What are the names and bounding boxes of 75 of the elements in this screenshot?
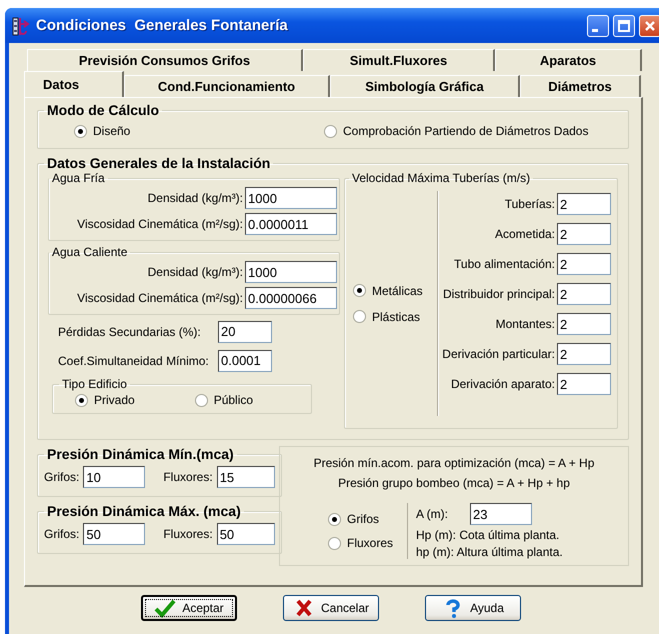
field-label: Fluxores: xyxy=(163,527,213,541)
tab[interactable]: Datos xyxy=(24,71,124,97)
maximize-button[interactable] xyxy=(613,14,635,36)
tab[interactable]: Simult.Fluxores xyxy=(303,49,495,71)
field-label: Derivación particular: xyxy=(442,347,555,361)
radio-button[interactable]: Diseño xyxy=(74,124,324,138)
tab[interactable]: Cond.Funcionamiento xyxy=(124,75,330,97)
field-label: Densidad (kg/m³): xyxy=(148,191,243,205)
minimize-button[interactable] xyxy=(587,14,609,36)
input-field[interactable]: 50 xyxy=(216,523,275,545)
field-label: Viscosidad Cinemática (m²/sg): xyxy=(77,291,243,305)
radio-button[interactable]: Plásticas xyxy=(353,310,437,324)
input-field[interactable]: 2 xyxy=(557,313,611,335)
radio-button[interactable]: Público xyxy=(194,393,254,407)
input-field[interactable]: 0.0000011 xyxy=(245,213,337,235)
formula-text: Presión grupo bombeo (mca) = A + Hp + hp xyxy=(337,475,571,492)
dialog-button[interactable]: Cancelar xyxy=(283,595,379,621)
tab[interactable]: Simbología Gráfica xyxy=(330,75,520,97)
field-label: Viscosidad Cinemática (m²/sg): xyxy=(77,217,243,231)
note-text: Hp (m): Cota última planta. xyxy=(416,528,560,542)
field-label: Tuberías: xyxy=(504,197,555,211)
tab[interactable]: Previsión Consumos Grifos xyxy=(27,49,303,71)
field-label: Coef.Simultaneidad Mínimo: xyxy=(58,354,210,368)
maximize-icon xyxy=(618,20,630,32)
field-label: Tubo alimentación: xyxy=(454,257,555,271)
group-title: Presión Dinámica Mín.(mca) xyxy=(46,446,235,462)
radio-button[interactable]: Grifos xyxy=(328,512,407,526)
dialog-button[interactable]: Aceptar xyxy=(141,595,237,621)
input-field[interactable]: 0.0001 xyxy=(218,350,272,372)
input-field[interactable]: 1000 xyxy=(245,187,337,209)
input-field[interactable]: 1000 xyxy=(245,261,337,283)
group-title: Agua Fría xyxy=(51,171,106,185)
note-text: hp (m): Altura última planta. xyxy=(416,545,563,559)
field-label: Densidad (kg/m³): xyxy=(148,265,243,279)
dialog-button[interactable]: Ayuda xyxy=(425,595,521,621)
input-field[interactable]: 50 xyxy=(83,523,146,545)
field-label: Montantes: xyxy=(496,317,555,331)
input-field[interactable]: 2 xyxy=(557,193,611,215)
input-field[interactable]: 2 xyxy=(557,253,611,275)
radio-button[interactable]: Fluxores xyxy=(328,536,407,550)
pipe-icon xyxy=(12,16,30,36)
group-title: Tipo Edificio xyxy=(61,377,128,391)
group-title: Velocidad Máxima Tuberías (m/s) xyxy=(351,171,532,185)
close-button[interactable] xyxy=(639,14,659,36)
field-label: Pérdidas Secundarias (%): xyxy=(58,324,202,338)
input-field[interactable]: 15 xyxy=(216,466,275,488)
check-icon xyxy=(154,598,176,618)
minimize-icon xyxy=(592,28,598,32)
group-title: Modo de Cálculo xyxy=(46,102,160,118)
field-label: Acometida: xyxy=(494,227,555,241)
radio-button[interactable]: Privado xyxy=(75,393,135,407)
radio-button[interactable]: Metálicas xyxy=(353,284,437,298)
window-title: Condiciones Generales Fontanería xyxy=(36,17,289,34)
input-field[interactable]: 2 xyxy=(557,223,611,245)
input-field[interactable]: 0.00000066 xyxy=(245,287,337,309)
field-label: Derivación aparato: xyxy=(450,377,555,391)
tab[interactable]: Aparatos xyxy=(495,49,642,71)
radio-button[interactable]: Comprobación Partiendo de Diámetros Dados xyxy=(324,124,588,138)
field-label: A (m): xyxy=(416,507,448,521)
input-field[interactable]: 2 xyxy=(557,343,611,365)
input-field[interactable]: 2 xyxy=(557,283,611,305)
formula-text: Presión mín.acom. para optimización (mca) = A + Hp xyxy=(312,455,596,472)
field-label: Fluxores: xyxy=(163,470,213,484)
close-icon xyxy=(644,20,656,32)
field-label: Grifos: xyxy=(44,527,80,541)
field-label: Grifos: xyxy=(44,470,80,484)
input-field[interactable]: 10 xyxy=(83,466,146,488)
field-label: Distribuidor principal: xyxy=(442,287,555,301)
input-field[interactable]: 23 xyxy=(470,503,532,525)
input-field[interactable]: 20 xyxy=(218,320,272,342)
group-title: Agua Caliente xyxy=(51,245,128,259)
tab[interactable]: Diámetros xyxy=(520,75,641,97)
input-field[interactable]: 2 xyxy=(557,373,611,395)
group-title: Datos Generales de la Instalación xyxy=(46,155,272,171)
group-title: Presión Dinámica Máx. (mca) xyxy=(46,503,242,519)
